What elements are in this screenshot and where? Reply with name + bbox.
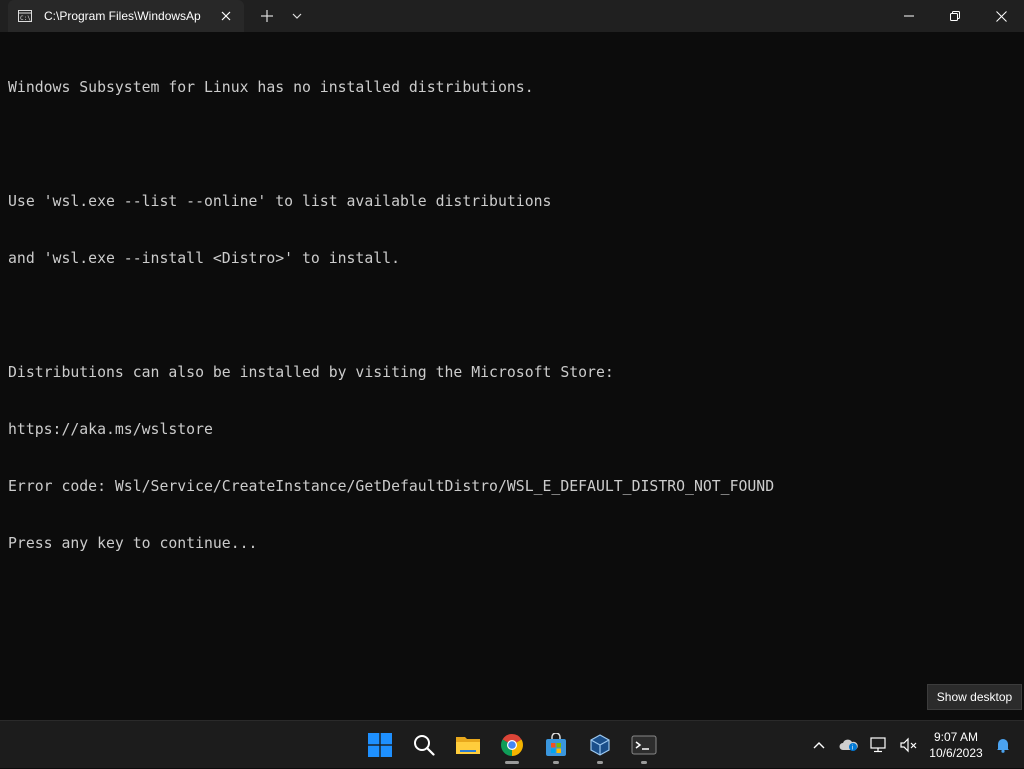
tab-title: C:\Program Files\WindowsAp (44, 9, 201, 23)
taskbar-apps (358, 721, 666, 769)
virtualbox-button[interactable] (578, 721, 622, 769)
running-indicator (597, 761, 603, 764)
chrome-icon (501, 734, 523, 756)
network-tray-button[interactable] (864, 721, 894, 769)
running-indicator (641, 761, 647, 764)
notifications-button[interactable] (988, 721, 1018, 769)
microsoft-store-icon (546, 733, 566, 756)
volume-tray-button[interactable] (894, 721, 924, 769)
clock-date: 10/6/2023 (929, 746, 983, 760)
show-hidden-icons-button[interactable] (804, 721, 834, 769)
terminal-line: Windows Subsystem for Linux has no insta… (8, 79, 534, 96)
terminal-icon (631, 735, 657, 755)
search-icon (414, 735, 435, 756)
running-indicator (505, 761, 519, 764)
terminal-line: Press any key to continue... (8, 535, 258, 552)
svg-text:C:\: C:\ (20, 15, 31, 22)
restore-button[interactable] (932, 0, 978, 32)
chevron-up-icon (813, 742, 825, 749)
windows-start-icon (368, 733, 392, 757)
bell-icon (997, 739, 1009, 753)
terminal-line: Error code: Wsl/Service/CreateInstance/G… (8, 478, 775, 495)
command-prompt-icon: C:\ (18, 9, 32, 23)
chrome-button[interactable] (490, 721, 534, 769)
start-button[interactable] (358, 721, 402, 769)
system-tray: i 9:07 AM 10/6/2023 (804, 721, 1024, 769)
onedrive-cloud-icon: i (839, 739, 858, 752)
microsoft-store-button[interactable] (534, 721, 578, 769)
close-tab-icon[interactable] (214, 4, 238, 28)
terminal-line: Distributions can also be installed by v… (8, 364, 614, 381)
file-explorer-icon (456, 737, 480, 754)
terminal-line: Use 'wsl.exe --list --online' to list av… (8, 193, 552, 210)
tab-dropdown-button[interactable] (282, 0, 312, 32)
terminal-button[interactable] (622, 721, 666, 769)
running-indicator (553, 761, 559, 764)
close-icon (995, 10, 1007, 22)
minimize-button[interactable] (886, 0, 932, 32)
taskbar: i 9:07 AM 10/6/2023 (0, 720, 1024, 768)
clock-time: 9:07 AM (933, 730, 979, 744)
window-controls (886, 0, 1024, 32)
virtualbox-icon (590, 734, 610, 756)
show-desktop-tooltip: Show desktop (927, 684, 1022, 710)
minimize-icon (904, 15, 914, 17)
terminal-line: https://aka.ms/wslstore (8, 421, 213, 438)
search-button[interactable] (402, 721, 446, 769)
plus-icon (261, 10, 273, 22)
terminal-line: and 'wsl.exe --install <Distro>' to inst… (8, 250, 400, 267)
file-explorer-button[interactable] (446, 721, 490, 769)
network-icon (870, 737, 886, 753)
volume-muted-icon (900, 737, 917, 753)
chevron-down-icon (292, 13, 302, 19)
show-desktop-button[interactable] (1018, 721, 1024, 769)
onedrive-tray-button[interactable]: i (834, 721, 864, 769)
new-tab-button[interactable] (252, 0, 282, 32)
close-window-button[interactable] (978, 0, 1024, 32)
terminal-output[interactable]: Windows Subsystem for Linux has no insta… (8, 40, 1016, 591)
terminal-window: C:\ C:\Program Files\WindowsAp Windows S… (0, 0, 1024, 720)
title-bar[interactable]: C:\ C:\Program Files\WindowsAp (0, 0, 1024, 32)
tab-active[interactable]: C:\ C:\Program Files\WindowsAp (8, 0, 244, 32)
taskbar-clock[interactable]: 9:07 AM 10/6/2023 (924, 729, 988, 761)
restore-icon (950, 11, 960, 21)
